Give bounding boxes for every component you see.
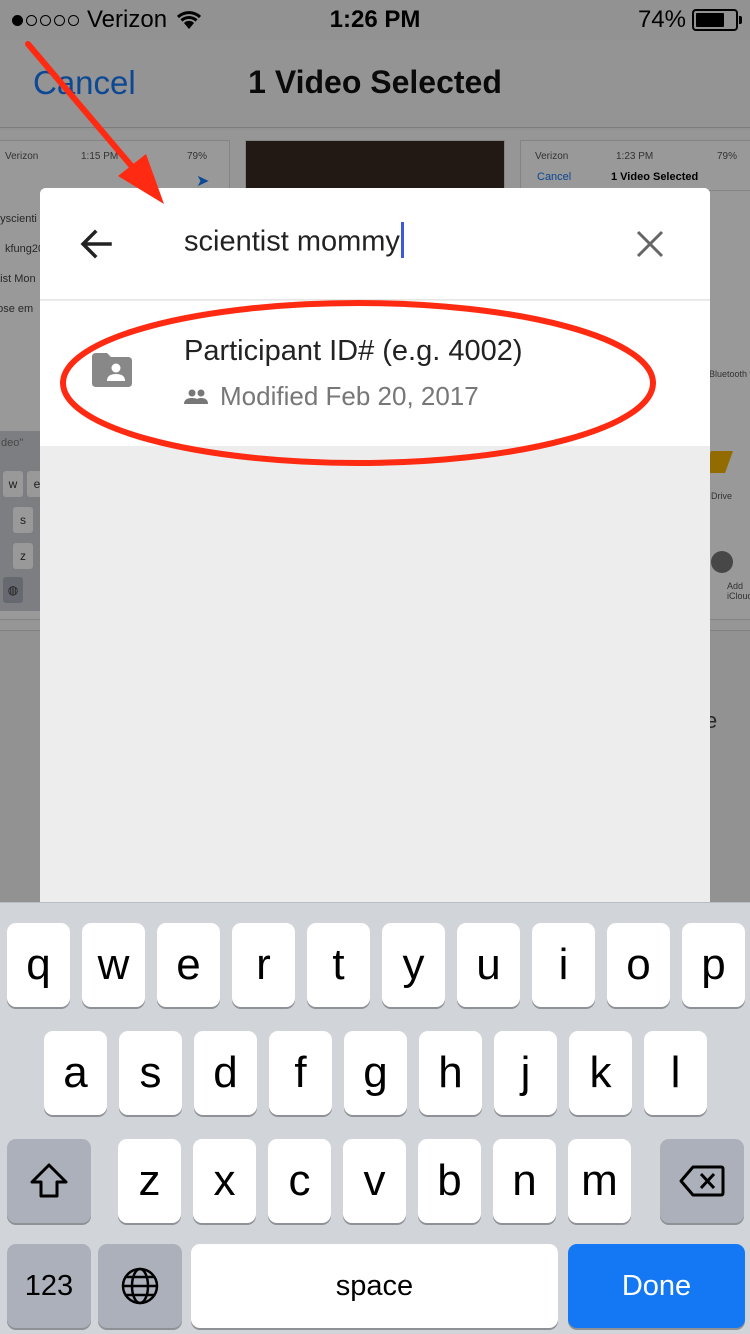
- done-key[interactable]: Done: [568, 1244, 745, 1328]
- backspace-icon: [679, 1165, 725, 1197]
- text-caret: [400, 222, 404, 258]
- clear-search-icon[interactable]: [630, 224, 670, 264]
- shared-people-icon: [184, 389, 208, 404]
- key-t[interactable]: t: [307, 923, 370, 1007]
- key-a[interactable]: a: [44, 1031, 107, 1115]
- shift-key[interactable]: [7, 1139, 91, 1223]
- key-c[interactable]: c: [268, 1139, 331, 1223]
- drive-search-sheet: scientist mommy Participant ID# (e.g. 40…: [40, 188, 710, 928]
- key-q[interactable]: q: [7, 923, 70, 1007]
- key-x[interactable]: x: [193, 1139, 256, 1223]
- result-modified-date: Modified Feb 20, 2017: [220, 381, 479, 411]
- key-r[interactable]: r: [232, 923, 295, 1007]
- shift-arrow-icon: [30, 1163, 68, 1198]
- key-k[interactable]: k: [569, 1031, 632, 1115]
- key-z[interactable]: z: [118, 1139, 181, 1223]
- key-b[interactable]: b: [418, 1139, 481, 1223]
- key-y[interactable]: y: [382, 923, 445, 1007]
- battery-group: 74%: [637, 6, 742, 34]
- numbers-key[interactable]: 123: [7, 1244, 91, 1328]
- key-e[interactable]: e: [157, 923, 220, 1007]
- back-arrow-icon[interactable]: [76, 224, 116, 264]
- key-m[interactable]: m: [568, 1139, 631, 1223]
- search-results: Participant ID# (e.g. 4002) Modified Feb…: [40, 301, 710, 446]
- result-title: Participant ID# (e.g. 4002): [184, 335, 523, 367]
- key-j[interactable]: j: [494, 1031, 557, 1115]
- key-s[interactable]: s: [119, 1031, 182, 1115]
- key-o[interactable]: o: [607, 923, 670, 1007]
- globe-key[interactable]: [98, 1244, 182, 1328]
- keyboard: 123 space Done qwertyuiop asdfghjkl zxcvbn…: [0, 902, 750, 1334]
- space-key[interactable]: space: [191, 1244, 558, 1328]
- result-meta: Modified Feb 20, 2017: [184, 381, 479, 412]
- search-header: scientist mommy: [40, 188, 710, 300]
- key-i[interactable]: i: [532, 923, 595, 1007]
- key-h[interactable]: h: [419, 1031, 482, 1115]
- key-g[interactable]: g: [344, 1031, 407, 1115]
- search-result-item[interactable]: Participant ID# (e.g. 4002) Modified Feb…: [40, 301, 710, 446]
- key-p[interactable]: p: [682, 923, 745, 1007]
- status-bar: Verizon 1:26 PM 74%: [0, 0, 750, 40]
- key-d[interactable]: d: [194, 1031, 257, 1115]
- delete-key[interactable]: [660, 1139, 744, 1223]
- shared-folder-icon: [92, 353, 132, 387]
- key-n[interactable]: n: [493, 1139, 556, 1223]
- key-v[interactable]: v: [343, 1139, 406, 1223]
- battery-percent: 74%: [637, 6, 686, 33]
- key-w[interactable]: w: [82, 923, 145, 1007]
- globe-icon: [121, 1267, 159, 1305]
- key-u[interactable]: u: [457, 923, 520, 1007]
- key-l[interactable]: l: [644, 1031, 707, 1115]
- battery-icon: [692, 9, 742, 31]
- key-f[interactable]: f: [269, 1031, 332, 1115]
- search-query: scientist mommy: [184, 225, 400, 258]
- search-input[interactable]: scientist mommy: [184, 222, 404, 261]
